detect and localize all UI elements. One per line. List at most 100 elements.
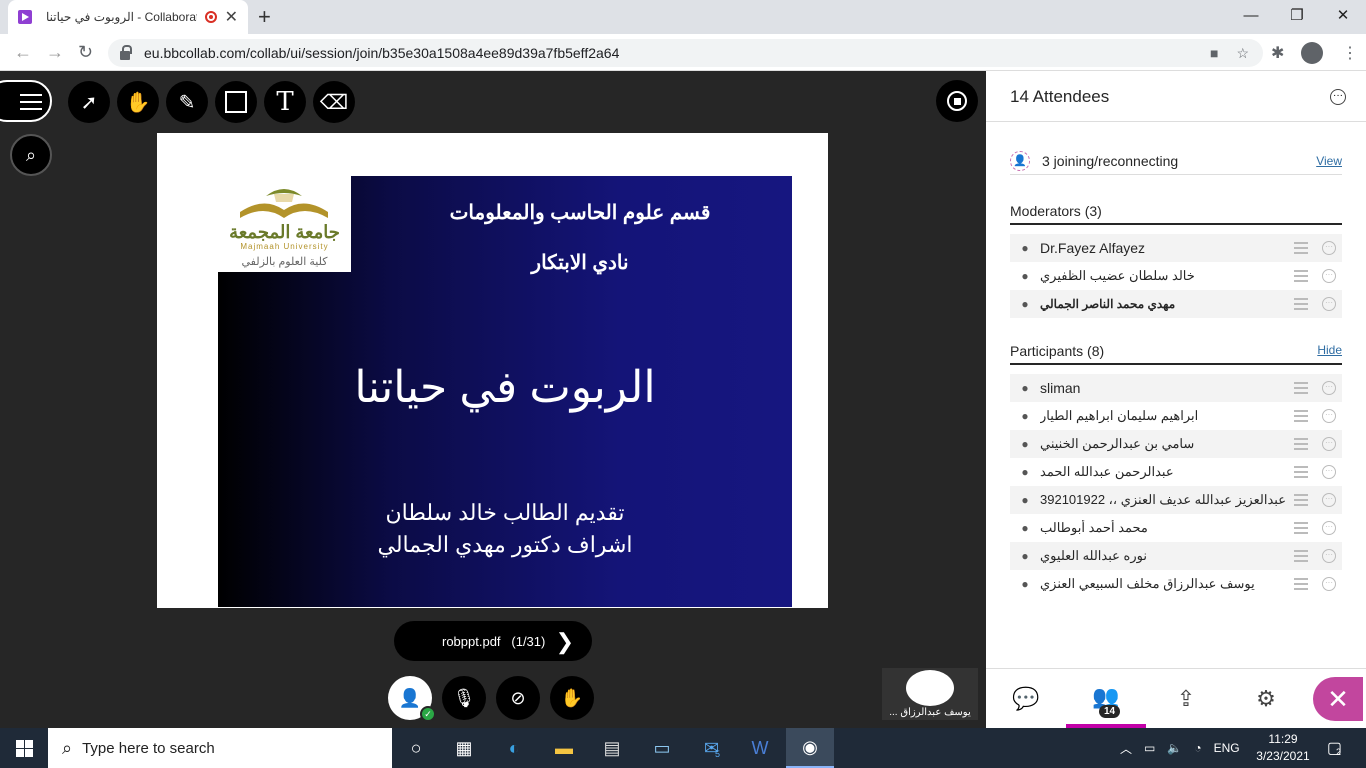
more-options-icon[interactable]: ··· <box>1322 493 1336 507</box>
back-icon[interactable]: ← <box>14 42 32 63</box>
restore-button[interactable]: ❐ <box>1274 0 1320 30</box>
more-options-icon[interactable]: ··· <box>1322 577 1336 591</box>
file-explorer-icon[interactable]: ▬ <box>552 736 576 760</box>
session-menu-button[interactable] <box>0 80 52 122</box>
more-options-icon[interactable]: ··· <box>1322 409 1336 423</box>
new-tab-button[interactable]: + <box>258 4 271 30</box>
list-menu-icon[interactable] <box>1294 242 1308 254</box>
taskbar-search-box[interactable]: ⌕ Type here to search <box>48 728 392 768</box>
participant-row[interactable]: ● سامي بن عبدالرحمن الخنيني ··· <box>1010 430 1342 458</box>
more-options-icon[interactable]: ··· <box>1322 381 1336 395</box>
list-menu-icon[interactable] <box>1294 382 1308 394</box>
more-options-icon[interactable]: ··· <box>1322 269 1336 283</box>
participant-row[interactable]: ● sliman ··· <box>1010 374 1342 402</box>
user-icon: ● <box>1021 437 1029 451</box>
task-view-icon[interactable]: ▦ <box>452 736 476 760</box>
my-status-button[interactable]: 👤 ✓ <box>388 676 436 722</box>
list-menu-icon[interactable] <box>1294 466 1308 478</box>
self-video-tile[interactable]: يوسف عبدالرزاق ... <box>882 668 978 720</box>
camera-blocked-icon[interactable]: ■ <box>1210 45 1218 62</box>
hide-participants-link[interactable]: Hide <box>1317 343 1342 357</box>
list-menu-icon[interactable] <box>1294 270 1308 282</box>
reload-icon[interactable]: ↻ <box>78 42 93 63</box>
zoom-page-icon[interactable]: ⌕ <box>10 134 52 176</box>
moderator-row[interactable]: ● Dr.Fayez Alfayez ··· <box>1010 234 1342 262</box>
mail-icon[interactable]: ✉ 5 <box>700 736 724 760</box>
forward-icon[interactable]: → <box>46 42 64 63</box>
slide-department: قسم علوم الحاسب والمعلومات <box>449 202 711 224</box>
more-options-icon[interactable]: ··· <box>1322 465 1336 479</box>
profile-avatar-icon[interactable] <box>1301 42 1323 64</box>
volume-icon[interactable]: 🔈 <box>1167 741 1182 755</box>
edge-browser-icon[interactable]: ◐ <box>502 736 526 760</box>
taskbar-clock[interactable]: 11:29 3/23/2021 <box>1252 731 1314 765</box>
close-panel-icon[interactable]: ✕ <box>1313 677 1363 721</box>
participant-row[interactable]: ● عبدالرحمن عبدالله الحمد ··· <box>1010 458 1342 486</box>
logo-english-text: Majmaah University <box>240 242 329 251</box>
list-menu-icon[interactable] <box>1294 298 1308 310</box>
raise-hand-icon[interactable]: ✋ <box>550 676 594 720</box>
language-indicator[interactable]: ENG <box>1214 741 1240 755</box>
attendees-panel: 14 Attendees ··· 👤 3 joining/reconnectin… <box>986 71 1366 668</box>
browser-menu-icon[interactable]: ⋮ <box>1342 43 1358 63</box>
list-menu-icon[interactable] <box>1294 494 1308 506</box>
participant-row[interactable]: ● نوره عبدالله العليوي ··· <box>1010 542 1342 570</box>
moderator-row[interactable]: ● خالد سلطان عضيب الظفيري ··· <box>1010 262 1342 290</box>
next-page-icon[interactable]: ❯ <box>556 629 574 655</box>
joining-user-icon: 👤 <box>1010 150 1030 171</box>
pencil-tool-icon[interactable]: ✎ <box>166 81 208 123</box>
more-options-icon[interactable]: ··· <box>1322 297 1336 311</box>
shape-tool-icon[interactable] <box>215 81 257 123</box>
cortana-icon[interactable]: ○ <box>404 736 428 760</box>
minimize-button[interactable]: — <box>1228 0 1274 30</box>
page-indicator: (1/31) <box>511 633 546 649</box>
attendees-options-icon[interactable]: ··· <box>1330 89 1346 105</box>
mute-microphone-icon[interactable]: 🎙 <box>442 676 486 720</box>
more-options-icon[interactable]: ··· <box>1322 549 1336 563</box>
pan-hand-icon[interactable]: ✋ <box>117 81 159 123</box>
moderator-row[interactable]: ● مهدي محمد الناصر الجمالي ··· <box>1010 290 1342 318</box>
participant-row[interactable]: ● يوسف عبدالرزاق مخلف السبيعي العنزي ··· <box>1010 570 1342 598</box>
network-computer-icon[interactable]: ▭ <box>650 736 674 760</box>
browser-tab[interactable]: الروبوت في حياتنا - Collaborate ✕ <box>8 0 248 34</box>
bookmark-star-icon[interactable]: ☆ <box>1236 45 1249 62</box>
list-menu-icon[interactable] <box>1294 550 1308 562</box>
windows-start-icon[interactable] <box>16 740 33 757</box>
eraser-tool-icon[interactable]: ⌫ <box>313 81 355 123</box>
chat-icon[interactable]: 💬 <box>986 669 1066 728</box>
stop-sharing-button[interactable] <box>936 80 978 122</box>
word-icon[interactable]: W <box>748 736 772 760</box>
participant-row[interactable]: ● ابراهيم سليمان ابراهيم الطيار ··· <box>1010 402 1342 430</box>
close-window-button[interactable]: ✕ <box>1320 0 1366 30</box>
participant-row[interactable]: ● 392101922 ،، عبدالعزيز عبدالله عديف ال… <box>1010 486 1342 514</box>
view-joining-link[interactable]: View <box>1316 154 1342 168</box>
user-icon: ● <box>1021 521 1029 535</box>
microsoft-store-icon[interactable]: ▤ <box>600 736 624 760</box>
share-content-icon[interactable]: ⇪ <box>1146 669 1226 728</box>
extensions-icon[interactable]: ✱ <box>1271 43 1284 63</box>
list-menu-icon[interactable] <box>1294 438 1308 450</box>
close-tab-icon[interactable]: ✕ <box>225 7 238 27</box>
list-menu-icon[interactable] <box>1294 522 1308 534</box>
url-field[interactable]: eu.bbcollab.com/collab/ui/session/join/b… <box>108 39 1263 67</box>
camera-off-icon[interactable]: ⊘ <box>496 676 540 720</box>
select-tool-icon[interactable]: ➚ <box>68 81 110 123</box>
list-menu-icon[interactable] <box>1294 410 1308 422</box>
more-options-icon[interactable]: ··· <box>1322 241 1336 255</box>
wifi-icon[interactable]: ◔ <box>1194 741 1201 755</box>
more-options-icon[interactable]: ··· <box>1322 437 1336 451</box>
moderators-heading: Moderators (3) <box>1010 203 1342 225</box>
user-icon: ● <box>1021 409 1029 423</box>
user-icon: ● <box>1021 549 1029 563</box>
tray-chevron-icon[interactable]: ︿ <box>1120 740 1132 757</box>
battery-icon[interactable]: ▭ <box>1144 741 1155 755</box>
attendees-tab[interactable]: 👥 14 <box>1066 669 1146 728</box>
list-menu-icon[interactable] <box>1294 578 1308 590</box>
participant-row[interactable]: ● محمد أحمد أبوطالب ··· <box>1010 514 1342 542</box>
chrome-taskbar-icon[interactable]: ◉ <box>786 728 834 768</box>
settings-gear-icon[interactable]: ⚙ <box>1226 669 1306 728</box>
text-tool-icon[interactable]: T <box>264 81 306 123</box>
more-options-icon[interactable]: ··· <box>1322 521 1336 535</box>
notification-center-icon[interactable]: ▢ 2 <box>1322 736 1346 760</box>
address-bar: ← → ↻ eu.bbcollab.com/collab/ui/session/… <box>0 34 1366 71</box>
